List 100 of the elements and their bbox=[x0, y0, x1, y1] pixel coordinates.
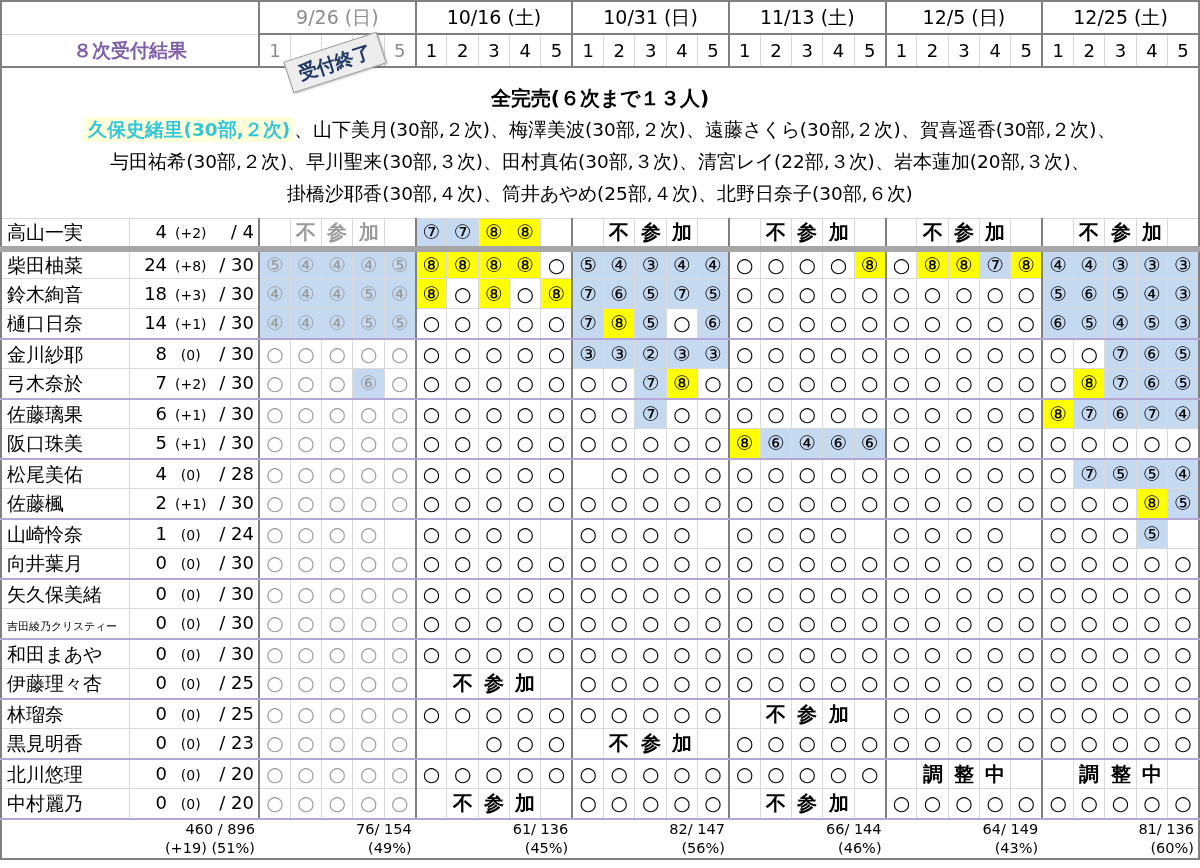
slot-number: 1 bbox=[425, 39, 438, 61]
table-cell: ○ bbox=[415, 428, 447, 459]
table-cell: ○ bbox=[979, 308, 1011, 339]
table-cell: ⑤ bbox=[1042, 278, 1074, 309]
member-name: 林瑠奈 bbox=[7, 704, 64, 724]
table-cell: ○ bbox=[603, 428, 635, 459]
table-cell: ○ bbox=[791, 668, 823, 699]
table-cell: ○ bbox=[728, 308, 761, 339]
sold-count: 2 bbox=[154, 494, 168, 513]
table-cell: ○ bbox=[446, 638, 479, 669]
sold-count: 8 bbox=[154, 344, 168, 363]
table-cell: ○ bbox=[1136, 608, 1168, 639]
table-cell: ○ bbox=[509, 488, 541, 519]
table-cell: ○ bbox=[1104, 578, 1137, 609]
table-cell: ○ bbox=[885, 788, 917, 819]
table-cell: ○ bbox=[760, 548, 792, 579]
table-cell: ○ bbox=[916, 698, 949, 729]
table-cell: ○ bbox=[478, 608, 510, 639]
table-cell: ○ bbox=[728, 668, 761, 699]
table-cell: ○ bbox=[1073, 488, 1105, 519]
table-cell: ○ bbox=[948, 548, 980, 579]
table-cell: ○ bbox=[634, 698, 667, 729]
sold-count: 0 bbox=[154, 674, 168, 693]
sold-count: 24 bbox=[143, 255, 168, 274]
table-cell: ○ bbox=[259, 638, 291, 669]
table-cell: ○ bbox=[916, 728, 949, 759]
table-cell: ○ bbox=[572, 398, 604, 429]
table-cell: ○ bbox=[885, 698, 917, 729]
table-cell: ○ bbox=[353, 638, 385, 669]
table-cell: ○ bbox=[916, 668, 949, 699]
table-cell: ○ bbox=[916, 428, 949, 459]
table-cell: 参 bbox=[478, 668, 510, 699]
quota-text: / 30 bbox=[218, 314, 254, 333]
table-cell: ○ bbox=[791, 338, 823, 369]
table-cell: ○ bbox=[634, 638, 667, 669]
table-cell: ○ bbox=[321, 728, 353, 759]
table-cell: ○ bbox=[948, 278, 980, 309]
member-name: 柴田柚菜 bbox=[7, 255, 83, 275]
member-name: 弓木奈於 bbox=[7, 374, 83, 394]
table-cell: ○ bbox=[415, 518, 447, 549]
table-cell: ○ bbox=[1042, 428, 1074, 459]
slot-number: 4 bbox=[519, 39, 531, 61]
table-cell: 加 bbox=[666, 728, 698, 759]
quota-text: / 30 bbox=[218, 434, 254, 453]
member-name: 矢久保美緒 bbox=[7, 584, 102, 604]
sold-out-entry: 田村真佑(30部,３次)、 bbox=[502, 151, 698, 172]
member-name: 吉田綾乃クリスティー bbox=[7, 621, 117, 633]
table-cell: ○ bbox=[603, 668, 635, 699]
change-count: (0) bbox=[179, 527, 202, 542]
quota-text: / 30 bbox=[218, 344, 254, 363]
table-cell: ○ bbox=[415, 368, 447, 399]
table-cell: ○ bbox=[509, 608, 541, 639]
table-cell: ○ bbox=[321, 608, 353, 639]
table-cell: ○ bbox=[603, 458, 635, 489]
table-cell: ○ bbox=[290, 638, 322, 669]
table-cell: ○ bbox=[572, 608, 604, 639]
date-header: 10/16 (土) bbox=[446, 6, 542, 28]
table-cell: ○ bbox=[1042, 488, 1074, 519]
sold-out-entry: 早川聖来(30部,３次)、 bbox=[306, 151, 503, 172]
table-cell: ○ bbox=[446, 338, 479, 369]
table-cell: ○ bbox=[822, 308, 855, 339]
table-cell: ○ bbox=[446, 548, 479, 579]
table-cell: ○ bbox=[353, 578, 385, 609]
table-cell: ○ bbox=[791, 548, 823, 579]
table-cell: ○ bbox=[634, 758, 667, 789]
table-cell: ○ bbox=[885, 668, 917, 699]
table-cell: ○ bbox=[979, 518, 1011, 549]
table-cell: ○ bbox=[916, 548, 949, 579]
table-cell: ○ bbox=[728, 278, 761, 309]
table-cell: ○ bbox=[509, 698, 541, 729]
date-total: 61/ 136 bbox=[511, 819, 569, 839]
table-cell: ③ bbox=[572, 338, 604, 369]
slot-number: 4 bbox=[832, 39, 845, 61]
table-cell: ○ bbox=[791, 518, 823, 549]
table-cell: ○ bbox=[885, 548, 917, 579]
table-cell: ○ bbox=[259, 608, 291, 639]
table-cell: ○ bbox=[509, 368, 541, 399]
sold-count: 1 bbox=[154, 524, 168, 543]
table-cell: ○ bbox=[822, 368, 855, 399]
sold-count: 4 bbox=[154, 464, 168, 483]
sold-out-heading: 全完売(６次まで１３人) bbox=[490, 86, 710, 110]
table-cell: ○ bbox=[290, 458, 322, 489]
table-cell: ○ bbox=[666, 398, 698, 429]
change-count: (+1) bbox=[173, 497, 208, 512]
table-cell: ○ bbox=[1136, 728, 1168, 759]
member-name: 山崎怜奈 bbox=[7, 524, 83, 544]
table-cell: ○ bbox=[791, 758, 823, 789]
table-cell: ○ bbox=[822, 728, 855, 759]
change-count: (+2) bbox=[173, 226, 208, 241]
table-cell: ○ bbox=[353, 698, 385, 729]
quota-text: / 30 bbox=[218, 614, 254, 633]
date-header: 10/31 (日) bbox=[603, 6, 698, 28]
quota-text: / 4 bbox=[229, 223, 254, 242]
table-cell: ○ bbox=[321, 548, 353, 579]
table-cell: ○ bbox=[728, 578, 761, 609]
slot-number: 4 bbox=[989, 39, 1001, 61]
member-name: 金川紗耶 bbox=[7, 344, 83, 364]
quota-text: / 30 bbox=[218, 255, 254, 274]
table-cell: ○ bbox=[666, 488, 698, 519]
table-cell: 調 bbox=[916, 758, 949, 789]
